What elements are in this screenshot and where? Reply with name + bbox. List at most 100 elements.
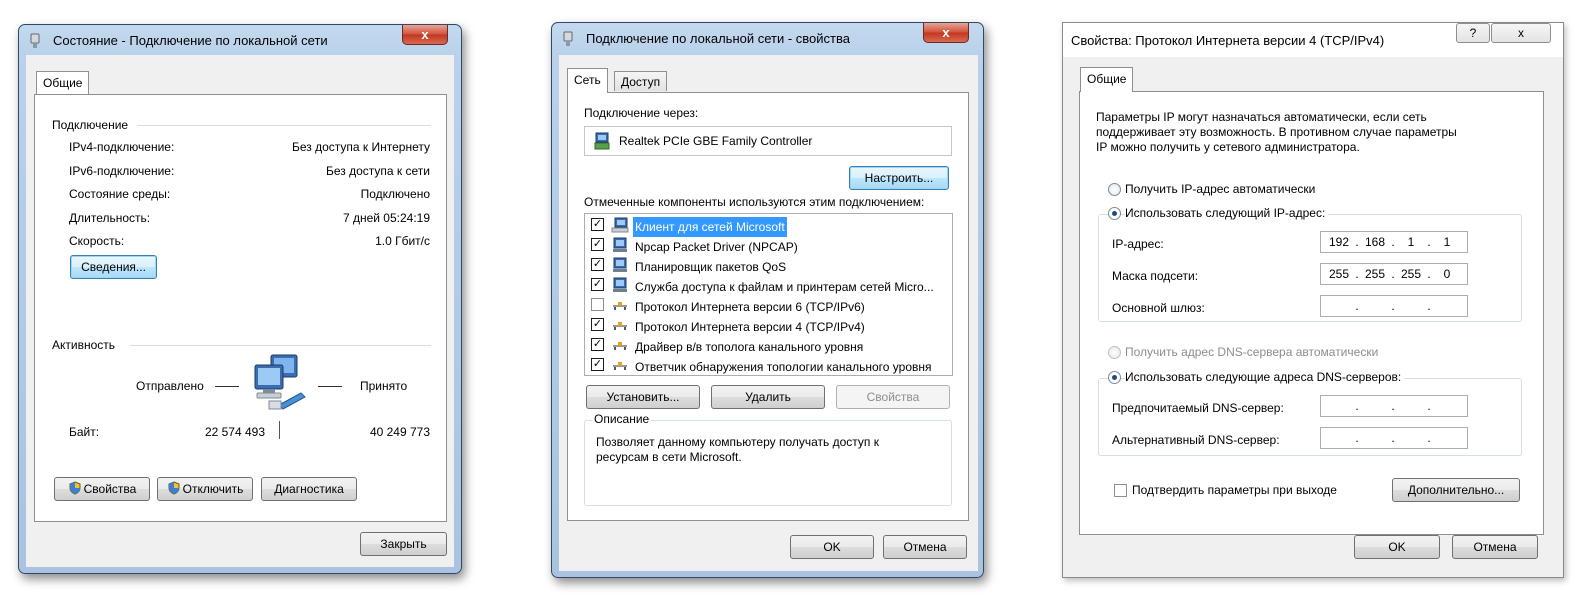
bytes-sent-value: 22 574 493 bbox=[204, 425, 265, 439]
ipv4-close-button[interactable]: x bbox=[1491, 23, 1551, 43]
properties-close-button[interactable]: x bbox=[923, 23, 969, 43]
list-item[interactable]: ✓ Драйвер в/в тополога канального уровня bbox=[585, 335, 952, 355]
list-item[interactable]: ✓ Клиент для сетей Microsoft bbox=[585, 215, 952, 238]
mask-octet: 255 bbox=[1400, 267, 1422, 281]
ipv4-ok-button[interactable]: OK bbox=[1354, 535, 1440, 559]
status-dialog: Состояние - Подключение по локальной сет… bbox=[18, 24, 462, 574]
properties-client-area: Сеть Доступ Подключение через: Realtek P… bbox=[559, 55, 978, 571]
status-properties-button[interactable]: Свойства bbox=[54, 477, 150, 501]
adapter-field: Realtek PCIe GBE Family Controller bbox=[584, 126, 952, 156]
list-item[interactable]: Протокол Интернета версии 6 (TCP/IPv6) bbox=[585, 295, 952, 315]
component-checkbox[interactable]: ✓ bbox=[591, 338, 604, 351]
validate-label[interactable]: Подтвердить параметры при выходе bbox=[1132, 483, 1337, 497]
component-checkbox[interactable]: ✓ bbox=[591, 258, 604, 271]
tab-access[interactable]: Доступ bbox=[614, 71, 668, 91]
gateway-dot: . bbox=[1355, 299, 1359, 313]
dns-dot: . bbox=[1355, 399, 1359, 413]
details-button[interactable]: Сведения... bbox=[70, 255, 157, 279]
auto-ip-radio[interactable] bbox=[1108, 183, 1121, 196]
list-item[interactable]: ✓ Протокол Интернета версии 4 (TCP/IPv4) bbox=[585, 315, 952, 335]
ip-dot: . bbox=[1391, 235, 1395, 249]
list-item[interactable]: ✓ Служба доступа к файлам и принтерам се… bbox=[585, 275, 952, 295]
components-label: Отмеченные компоненты используются этим … bbox=[584, 195, 925, 209]
network-adapter-icon bbox=[562, 31, 574, 50]
component-checkbox[interactable]: ✓ bbox=[591, 238, 604, 251]
network-computers-icon bbox=[249, 353, 311, 416]
properties-ok-button[interactable]: OK bbox=[790, 535, 874, 559]
validate-checkbox[interactable] bbox=[1114, 484, 1127, 497]
status-title: Состояние - Подключение по локальной сет… bbox=[53, 33, 328, 48]
description-group-label: Описание bbox=[592, 412, 652, 426]
mask-octet: 0 bbox=[1443, 267, 1451, 281]
ipv4-cancel-button[interactable]: Отмена bbox=[1452, 535, 1538, 559]
properties-tab-panel: Подключение через: Realtek PCIe GBE Fami… bbox=[567, 92, 969, 521]
mask-octet: 255 bbox=[1364, 267, 1386, 281]
alternate-dns-field[interactable]: . . . bbox=[1320, 427, 1468, 449]
status-client-area: Общие Подключение IPv4-подключение: Без … bbox=[26, 55, 454, 567]
status-close-button[interactable]: x bbox=[402, 25, 448, 45]
configure-button[interactable]: Настроить... bbox=[849, 166, 949, 190]
component-checkbox[interactable]: ✓ bbox=[591, 278, 604, 291]
manual-ip-radio[interactable] bbox=[1108, 207, 1121, 220]
subnet-mask-field[interactable]: 255 . 255 . 255 . 0 bbox=[1320, 263, 1468, 285]
component-checkbox[interactable] bbox=[591, 298, 604, 311]
list-item[interactable]: ✓ Планировщик пакетов QoS bbox=[585, 255, 952, 275]
manual-ip-label[interactable]: Использовать следующий IP-адрес: bbox=[1125, 206, 1329, 220]
disable-button[interactable]: Отключить bbox=[157, 477, 253, 501]
ipv4-titlebar[interactable]: Свойства: Протокол Интернета версии 4 (T… bbox=[1063, 23, 1563, 57]
component-checkbox[interactable]: ✓ bbox=[591, 358, 604, 371]
ipv6-value: Без доступа к сети bbox=[326, 164, 430, 178]
tab-general[interactable]: Общие bbox=[36, 71, 90, 95]
install-button[interactable]: Установить... bbox=[586, 385, 700, 409]
gateway-label: Основной шлюз: bbox=[1112, 301, 1205, 315]
connect-using-label: Подключение через: bbox=[584, 106, 699, 120]
component-checkbox[interactable]: ✓ bbox=[591, 318, 604, 331]
component-properties-button[interactable]: Свойства bbox=[836, 385, 950, 409]
status-tab-panel: Подключение IPv4-подключение: Без доступ… bbox=[34, 94, 447, 522]
diagnose-button[interactable]: Диагностика bbox=[261, 477, 357, 501]
alternate-dns-label: Альтернативный DNS-сервер: bbox=[1112, 433, 1280, 447]
status-properties-label: Свойства bbox=[83, 482, 137, 496]
gateway-dot: . bbox=[1391, 299, 1395, 313]
components-list[interactable]: ✓ Клиент для сетей Microsoft ✓ Npcap Pac… bbox=[584, 213, 953, 376]
activity-group-line bbox=[130, 345, 431, 346]
advanced-button[interactable]: Дополнительно... bbox=[1392, 478, 1520, 502]
component-label: Npcap Packet Driver (NPCAP) bbox=[635, 240, 798, 254]
auto-dns-label[interactable]: Получить адрес DNS-сервера автоматически bbox=[1125, 345, 1378, 359]
tab-general[interactable]: Общие bbox=[1080, 67, 1134, 92]
subnet-mask-label: Маска подсети: bbox=[1112, 269, 1199, 283]
speed-value: 1.0 Гбит/с bbox=[375, 234, 430, 248]
component-checkbox[interactable]: ✓ bbox=[591, 218, 604, 231]
auto-dns-radio[interactable] bbox=[1108, 346, 1121, 359]
status-close-dialog-button[interactable]: Закрыть bbox=[360, 532, 447, 556]
description-text-line-1: Позволяет данному компьютеру получать до… bbox=[596, 435, 879, 449]
status-titlebar[interactable]: Состояние - Подключение по локальной сет… bbox=[19, 25, 461, 57]
disable-label: Отключить bbox=[182, 482, 244, 496]
dns-dot: . bbox=[1391, 399, 1395, 413]
connection-group-label: Подключение bbox=[52, 118, 129, 132]
intro-text-line-3: IP можно получить у сетевого администрат… bbox=[1096, 140, 1360, 154]
preferred-dns-field[interactable]: . . . bbox=[1320, 395, 1468, 417]
manual-dns-label[interactable]: Использовать следующие адреса DNS-сервер… bbox=[1125, 370, 1405, 384]
dns-dot: . bbox=[1355, 431, 1359, 445]
intro-text-line-2: поддерживает эту возможность. В противно… bbox=[1096, 125, 1457, 139]
media-state-label: Состояние среды: bbox=[69, 187, 171, 201]
list-item[interactable]: ✓ Ответчик обнаружения топологии канальн… bbox=[585, 355, 952, 375]
network-adapter-icon bbox=[29, 33, 41, 52]
auto-ip-label[interactable]: Получить IP-адрес автоматически bbox=[1125, 182, 1315, 196]
help-button[interactable]: ? bbox=[1456, 23, 1490, 43]
manual-dns-radio[interactable] bbox=[1108, 371, 1121, 384]
uninstall-button[interactable]: Удалить bbox=[711, 385, 825, 409]
sent-label: Отправлено bbox=[136, 379, 204, 393]
properties-cancel-button[interactable]: Отмена bbox=[883, 535, 967, 559]
tab-network[interactable]: Сеть bbox=[567, 68, 608, 93]
ip-address-field[interactable]: 192 . 168 . 1 . 1 bbox=[1320, 231, 1468, 253]
list-item[interactable]: ✓ Npcap Packet Driver (NPCAP) bbox=[585, 235, 952, 255]
activity-group-label: Активность bbox=[52, 338, 116, 352]
received-line bbox=[318, 386, 342, 387]
gateway-field[interactable]: . . . bbox=[1320, 295, 1468, 317]
properties-titlebar[interactable]: Подключение по локальной сети - свойства… bbox=[552, 23, 983, 55]
uac-shield-icon bbox=[68, 480, 82, 502]
ipv4-dialog: Свойства: Протокол Интернета версии 4 (T… bbox=[1062, 22, 1564, 578]
ipv4-client-area: Общие Параметры IP могут назначаться авт… bbox=[1063, 57, 1563, 577]
